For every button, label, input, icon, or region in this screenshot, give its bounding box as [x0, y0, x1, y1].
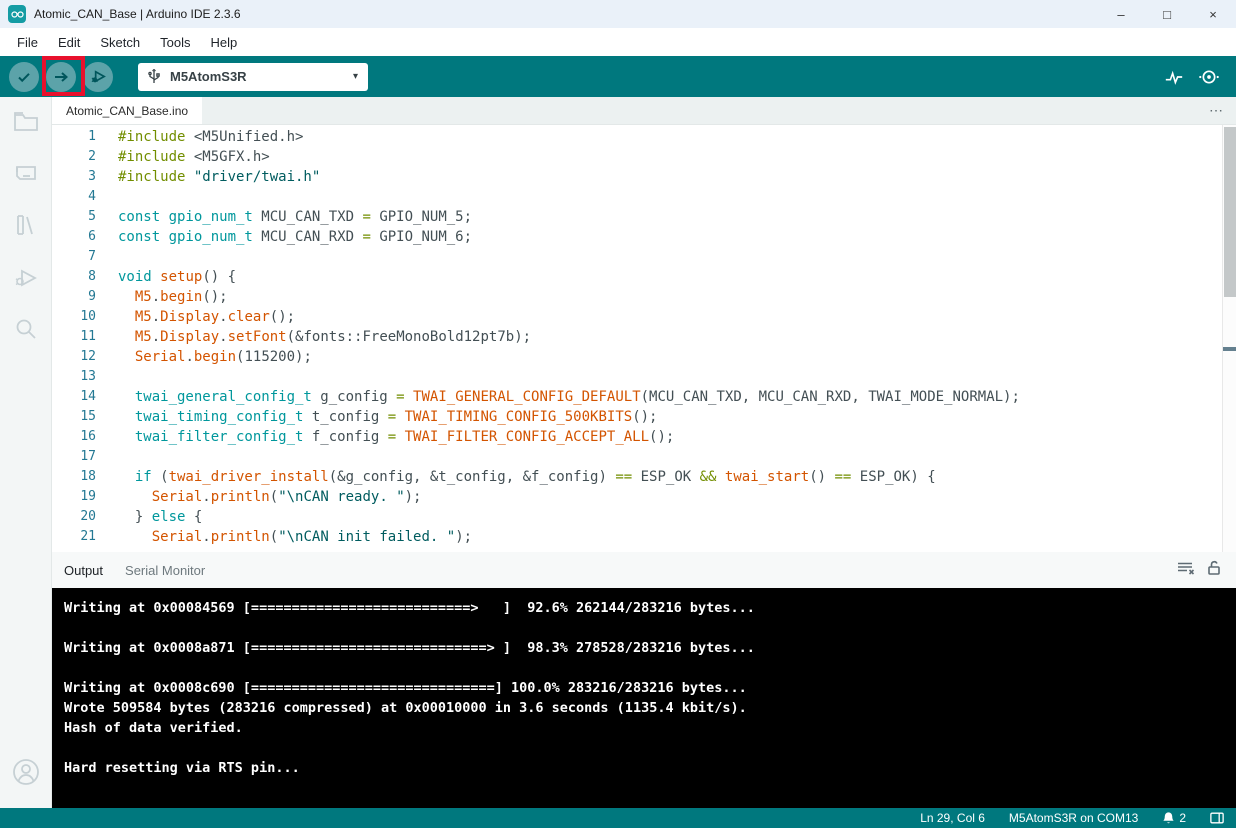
code-line: 5 const gpio_num_t MCU_CAN_TXD = GPIO_NUM…: [88, 209, 473, 225]
console-line: Hash of data verified.: [64, 720, 243, 736]
clear-output-icon: [1178, 562, 1195, 575]
verify-button[interactable]: [9, 61, 39, 92]
tab-output[interactable]: Output: [64, 563, 103, 578]
code-line: 8 void setup() {: [88, 269, 237, 285]
sidebar-item-sketchbook[interactable]: [10, 105, 42, 137]
tab-overflow-menu[interactable]: ⋯: [1197, 97, 1236, 124]
lock-open-icon: [1208, 560, 1220, 575]
console-line: Writing at 0x00084569 [=================…: [64, 600, 755, 616]
code-line: 19 Serial.println("\nCAN ready. ");: [80, 489, 422, 505]
sidebar-item-boards-manager[interactable]: [10, 157, 42, 189]
menu-file[interactable]: File: [8, 32, 47, 53]
menu-tools[interactable]: Tools: [151, 32, 199, 53]
selected-board-label: M5AtomS3R: [170, 69, 247, 84]
code-line: 16 twai_filter_config_t f_config = TWAI_…: [80, 429, 675, 445]
upload-button[interactable]: [46, 61, 76, 92]
toggle-autoscroll-button[interactable]: [1206, 560, 1222, 581]
code-line: 13: [80, 369, 96, 384]
notification-count: 2: [1179, 811, 1186, 825]
check-icon: [18, 72, 30, 82]
search-icon: [16, 319, 36, 339]
code-line: 1 #include <M5Unified.h>: [88, 129, 304, 145]
output-panel-header: Output Serial Monitor: [52, 552, 1236, 588]
toolbar: M5AtomS3R ▾: [0, 56, 1236, 97]
code-line: 6 const gpio_num_t MCU_CAN_RXD = GPIO_NUM…: [88, 229, 473, 245]
code-line: 11 M5.Display.setFont(&fonts::FreeMonoBo…: [80, 329, 532, 345]
close-button[interactable]: ×: [1190, 0, 1236, 28]
arduino-ide-window: Atomic_CAN_Base | Arduino IDE 2.3.6 – □ …: [0, 0, 1236, 828]
code-line: 2 #include <M5GFX.h>: [88, 149, 270, 165]
debug-button[interactable]: [83, 61, 113, 92]
chevron-down-icon: ▾: [352, 71, 358, 82]
books-icon: [16, 215, 33, 235]
board-icon: [15, 166, 36, 180]
code-line: 20 } else {: [80, 509, 203, 525]
code-area: 1 #include <M5Unified.h> 2 #include <M5GFX.…: [52, 125, 1236, 547]
code-line: 3 #include "driver/twai.h": [88, 169, 321, 185]
code-line: 10 M5.Display.clear();: [80, 309, 296, 325]
menu-sketch[interactable]: Sketch: [91, 32, 149, 53]
code-line: 17: [80, 449, 96, 464]
editor-scrollbar[interactable]: [1222, 125, 1236, 552]
code-line: 15 twai_timing_config_t t_config = TWAI_…: [80, 409, 658, 425]
notifications-button[interactable]: 2: [1150, 811, 1198, 825]
upload-output-console: Writing at 0x00084569 [=================…: [52, 588, 1236, 808]
statusbar: Ln 29, Col 6 M5AtomS3R on COM13 2: [0, 808, 1236, 828]
console-line: Writing at 0x0008a871 [=================…: [64, 640, 755, 656]
titlebar: Atomic_CAN_Base | Arduino IDE 2.3.6 – □ …: [0, 0, 1236, 28]
code-line: 4: [88, 189, 96, 204]
cursor-position[interactable]: Ln 29, Col 6: [908, 811, 997, 825]
menu-edit[interactable]: Edit: [49, 32, 89, 53]
account-button[interactable]: [10, 756, 42, 788]
board-selector-dropdown[interactable]: M5AtomS3R ▾: [138, 62, 368, 91]
minimize-button[interactable]: –: [1098, 0, 1144, 28]
panel-layout-icon: [1210, 812, 1224, 824]
console-line: Hard resetting via RTS pin...: [64, 760, 300, 776]
menu-help[interactable]: Help: [201, 32, 246, 53]
sidebar-item-library-manager[interactable]: [10, 209, 42, 241]
sidebar-item-search[interactable]: [10, 313, 42, 345]
toggle-panel-button[interactable]: [1198, 812, 1236, 824]
console-line: Wrote 509584 bytes (283216 compressed) a…: [64, 700, 747, 716]
board-port-status[interactable]: M5AtomS3R on COM13: [997, 811, 1150, 825]
serial-monitor-button[interactable]: [1198, 68, 1220, 86]
code-line: 14 twai_general_config_t g_config = TWAI…: [80, 389, 1020, 405]
sidebar-item-debug[interactable]: [10, 261, 42, 293]
console-line: Writing at 0x0008c690 [=================…: [64, 680, 747, 696]
code-line: 18 if (twai_driver_install(&g_config, &t…: [80, 469, 936, 485]
code-line: 7: [88, 249, 96, 264]
clear-output-button[interactable]: [1176, 560, 1196, 581]
tab-atomic-can-base[interactable]: Atomic_CAN_Base.ino: [52, 97, 203, 124]
folder-icon: [13, 112, 38, 131]
arrow-right-icon: [55, 71, 69, 82]
serial-plotter-icon: [1165, 70, 1183, 85]
serial-monitor-icon: [1199, 69, 1219, 84]
menubar: File Edit Sketch Tools Help: [0, 28, 1236, 56]
code-line: 12 Serial.begin(115200);: [80, 349, 312, 365]
activity-sidebar: [0, 97, 52, 808]
usb-icon: [148, 68, 160, 85]
tab-serial-monitor[interactable]: Serial Monitor: [125, 563, 205, 578]
code-editor[interactable]: 1 #include <M5Unified.h> 2 #include <M5GFX.…: [52, 125, 1236, 552]
debug-icon: [15, 269, 37, 287]
serial-plotter-button[interactable]: [1164, 68, 1184, 86]
maximize-button[interactable]: □: [1144, 0, 1190, 28]
code-line: 21 Serial.println("\nCAN init failed. ")…: [80, 529, 473, 545]
account-icon: [12, 759, 39, 785]
arduino-logo-icon: [8, 5, 26, 23]
debug-icon: [91, 70, 106, 83]
code-line: 9 M5.begin();: [88, 289, 228, 305]
overview-ruler-mark: [1223, 347, 1236, 351]
window-title: Atomic_CAN_Base | Arduino IDE 2.3.6: [34, 7, 241, 21]
bell-icon: [1163, 812, 1175, 824]
editor-tabbar: Atomic_CAN_Base.ino ⋯: [52, 97, 1236, 125]
scrollbar-thumb[interactable]: [1224, 127, 1236, 297]
